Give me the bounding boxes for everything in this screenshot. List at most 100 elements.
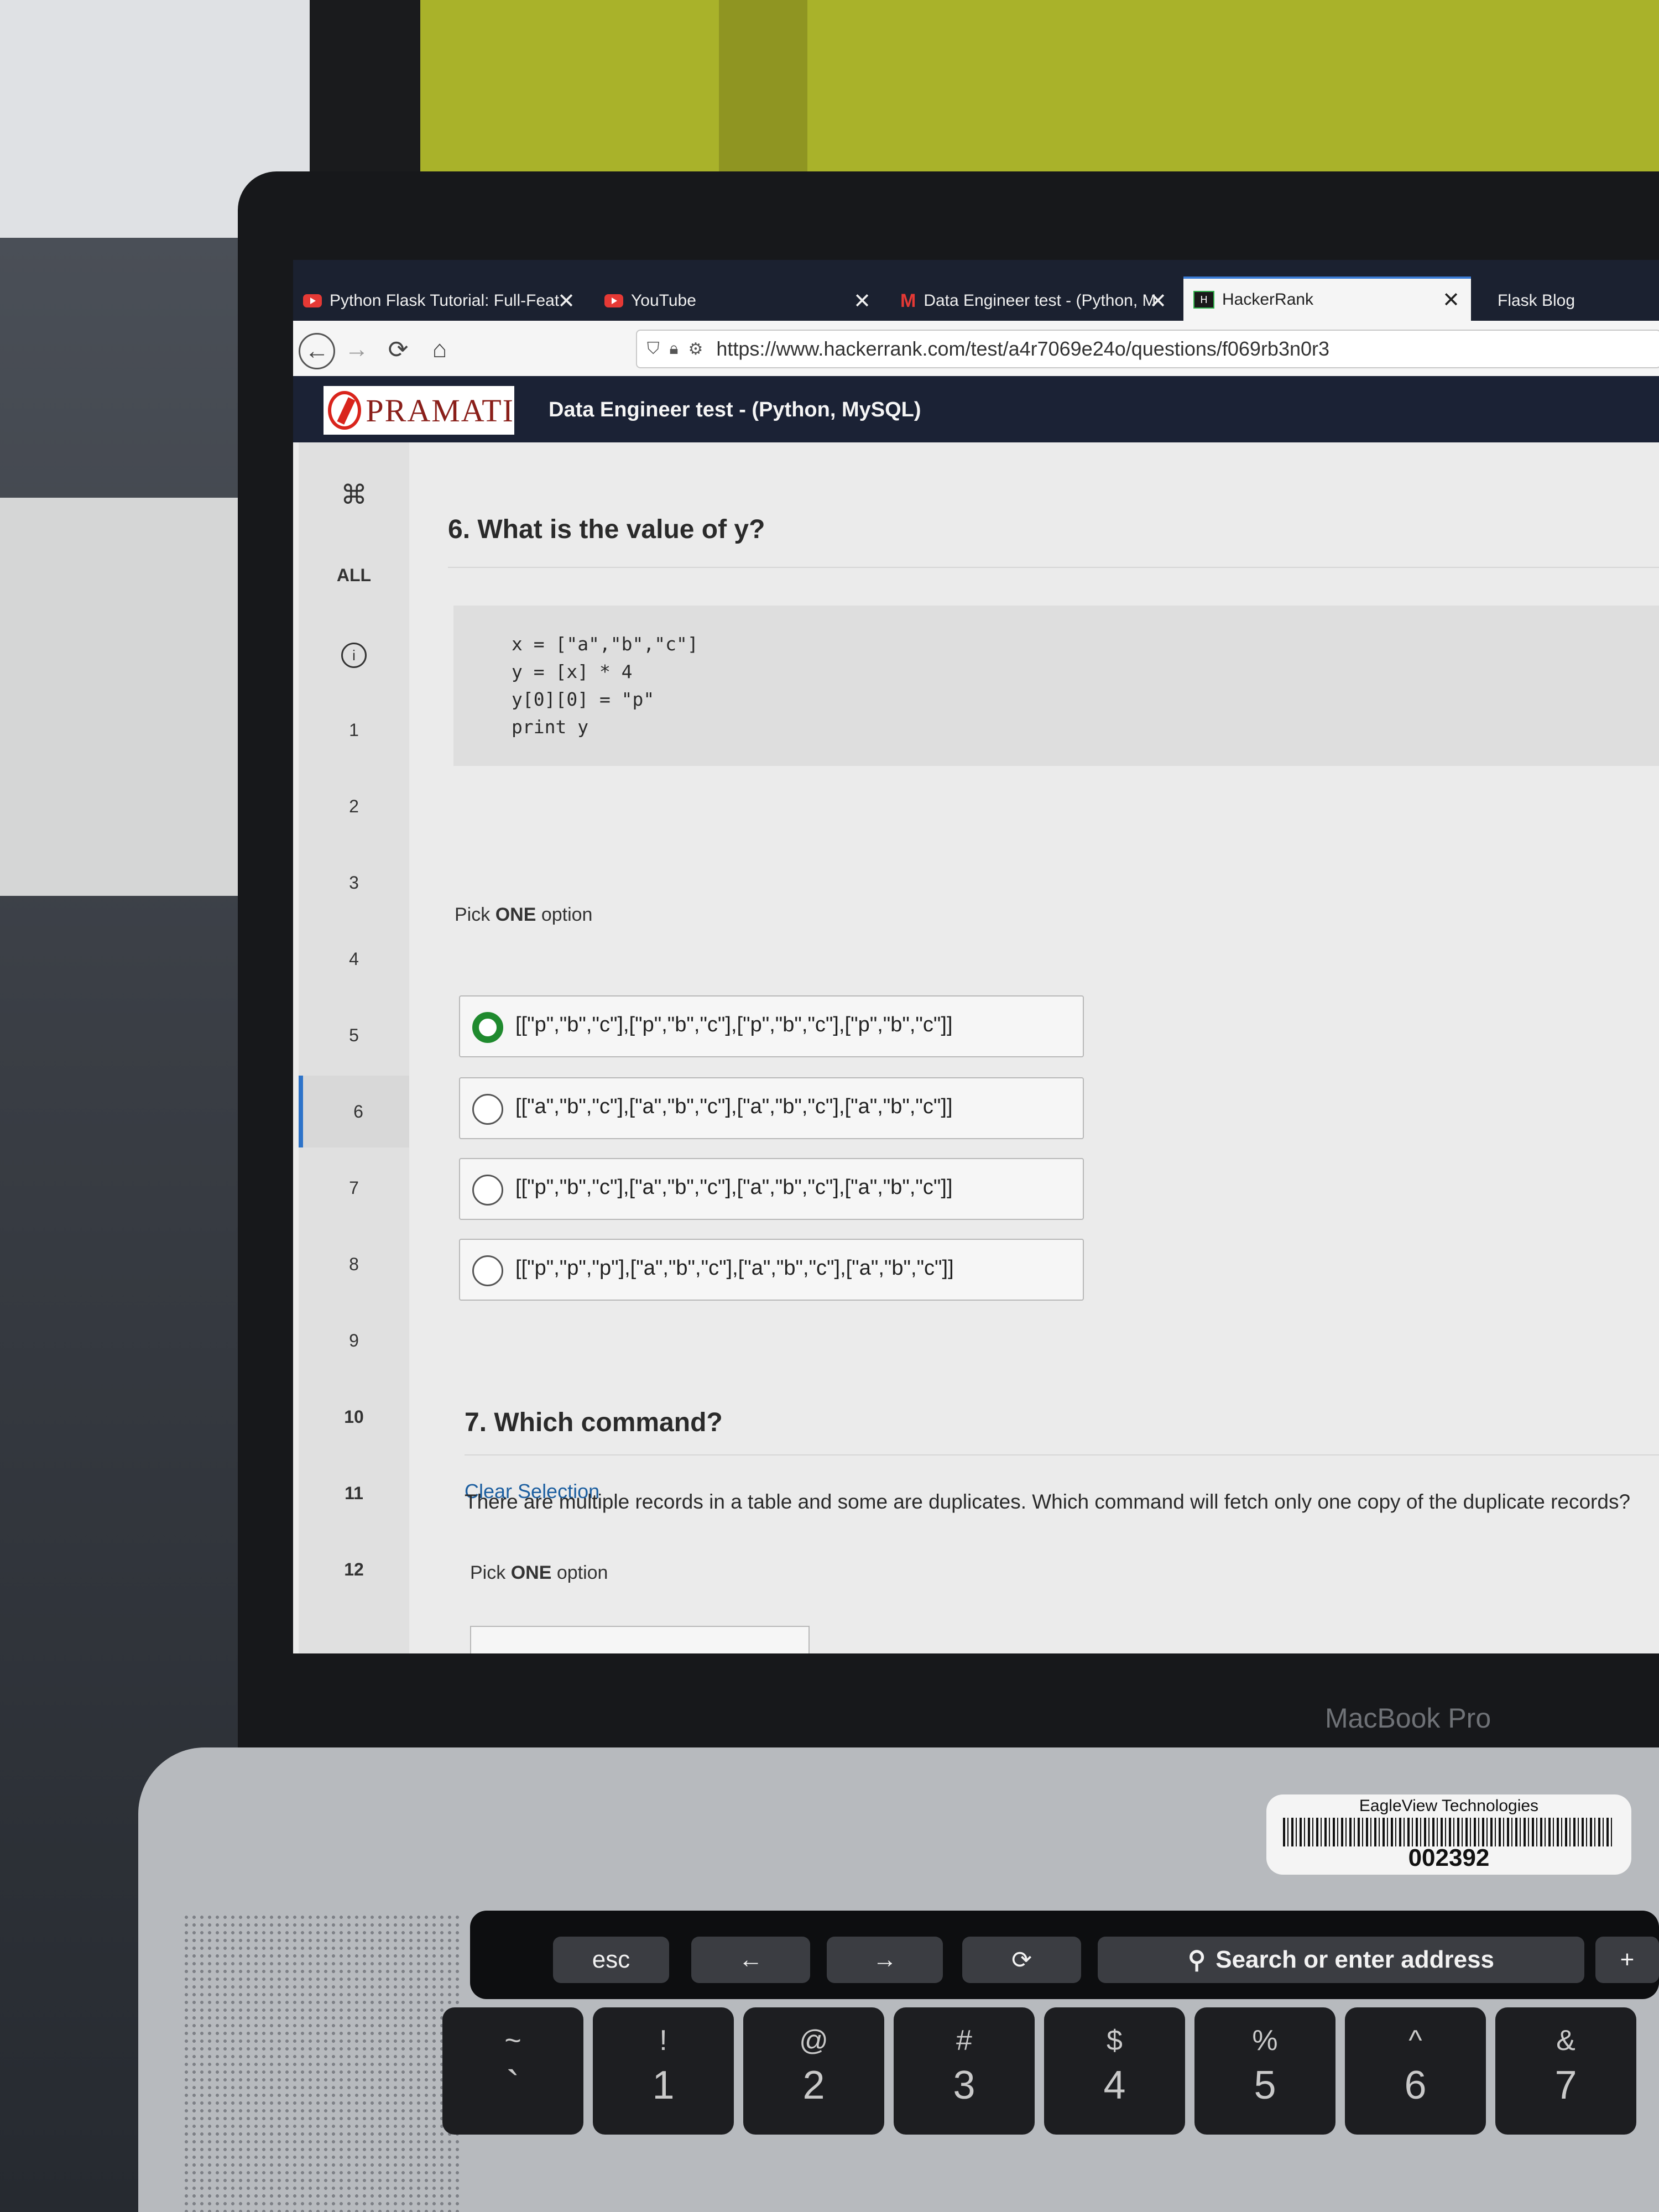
sidebar-item-question[interactable]: 11 (299, 1457, 409, 1529)
option-text: [["p","p","p"],["a","b","c"],["a","b","c… (515, 1256, 954, 1280)
tab-youtube[interactable]: YouTube ✕ (594, 281, 882, 321)
pick-text: option (556, 1562, 608, 1583)
pick-emphasis: ONE (495, 904, 536, 925)
keyboard-key[interactable]: ^ 6 (1345, 2007, 1486, 2135)
test-title: Data Engineer test - (Python, MySQL) (549, 398, 921, 421)
keyboard-key[interactable]: @2 (743, 2007, 884, 2135)
sidebar-item-question[interactable]: 7 (299, 1152, 409, 1224)
keyboard-key[interactable]: ~ ` (442, 2007, 583, 2135)
tab-label: Flask Blog (1498, 291, 1575, 310)
code-block: x = ["a","b","c"] y = [x] * 4 y[0][0] = … (453, 606, 1659, 766)
touchbar-search-button[interactable]: ⚲ Search or enter address (1098, 1937, 1584, 1983)
keyboard-key[interactable]: #3 (894, 2007, 1035, 2135)
gmail-icon: M (900, 290, 916, 311)
touchbar-back-button[interactable]: ← (691, 1937, 810, 1983)
background-monitor (310, 0, 420, 199)
option-text: [["a","b","c"],["a","b","c"],["a","b","c… (515, 1095, 953, 1118)
radio-button-selected[interactable] (472, 1012, 503, 1043)
sticker-number: 002392 (1408, 1844, 1490, 1871)
keyboard-key[interactable]: ! 1 (593, 2007, 734, 2135)
sidebar-item-all[interactable]: ALL (299, 539, 409, 611)
shortcuts-icon[interactable]: ⌘ (299, 459, 409, 531)
touchbar-esc-button[interactable]: esc (553, 1937, 669, 1983)
pick-emphasis: ONE (510, 1562, 552, 1583)
touchbar-new-tab-button[interactable]: + (1595, 1937, 1659, 1983)
logo-text: PRAMATI (366, 392, 514, 429)
close-icon[interactable]: ✕ (557, 289, 575, 314)
question-sidebar: ⌘ ALL i 1 2 3 4 5 6 7 8 9 10 11 12 (299, 442, 414, 1653)
close-icon[interactable]: ✕ (853, 289, 871, 314)
sidebar-item-question[interactable]: 10 (299, 1381, 409, 1453)
background-yellow-wall (387, 0, 1659, 182)
photo-scene: Python Flask Tutorial: Full-Feat ✕ YouTu… (0, 0, 1659, 2212)
sidebar-item-question[interactable]: 6 (299, 1076, 414, 1147)
keyboard-key[interactable]: % 5 (1194, 2007, 1335, 2135)
youtube-icon (303, 294, 322, 307)
reload-button[interactable]: ⟳ (382, 333, 415, 366)
key-shift-label: @ (799, 2025, 828, 2057)
keyboard-key[interactable]: & 7 (1495, 2007, 1636, 2135)
code-line: y[0][0] = "p" (512, 688, 655, 710)
question-6-title: 6. What is the value of y? (448, 515, 765, 544)
lock-icon: 🔒︎ (669, 340, 679, 358)
divider (448, 567, 1659, 568)
sidebar-item-question[interactable]: 4 (299, 923, 409, 995)
sidebar-item-info[interactable]: i (299, 619, 409, 691)
tab-flask-blog[interactable]: Flask Blog (1488, 281, 1659, 321)
radio-button[interactable] (472, 1094, 503, 1125)
sidebar-item-question[interactable]: 1 (299, 694, 409, 766)
browser-toolbar: ← → ⟳ ⌂ ⛉ 🔒︎ ⚙ https://www.hackerrank.co… (293, 321, 1659, 377)
key-shift-label: ~ (504, 2025, 521, 2057)
key-shift-label: # (956, 2025, 972, 2057)
search-icon: ⚲ (1187, 1946, 1206, 1974)
tab-data-engineer-test[interactable]: M Data Engineer test - (Python, M ✕ (890, 281, 1178, 321)
paper-sheet (0, 498, 260, 896)
code-line: y = [x] * 4 (512, 661, 633, 682)
question-7-description: There are multiple records in a table an… (465, 1490, 1631, 1513)
tab-hackerrank[interactable]: H HackerRank ✕ (1183, 276, 1471, 321)
option-2[interactable]: [["a","b","c"],["a","b","c"],["a","b","c… (459, 1077, 1084, 1139)
forward-button[interactable]: → (340, 333, 373, 366)
home-button[interactable]: ⌂ (423, 333, 456, 366)
hackerrank-icon: H (1193, 291, 1214, 309)
back-button[interactable]: ← (299, 333, 335, 369)
sidebar-item-question[interactable]: 2 (299, 770, 409, 842)
close-icon[interactable]: ✕ (1149, 289, 1167, 314)
sidebar-item-question[interactable]: 5 (299, 999, 409, 1071)
radio-button[interactable] (472, 1175, 503, 1206)
key-label: 6 (1404, 2063, 1427, 2107)
code-line: print y (512, 716, 589, 738)
asset-sticker: EagleView Technologies 002392 (1266, 1794, 1631, 1875)
divider (465, 1454, 1659, 1455)
option-4[interactable]: [["p","p","p"],["a","b","c"],["a","b","c… (459, 1239, 1084, 1301)
tab-label: Data Engineer test - (Python, M (924, 291, 1156, 310)
key-label: 4 (1103, 2063, 1126, 2107)
question-7-title: 7. Which command? (465, 1408, 723, 1437)
youtube-icon (604, 294, 623, 307)
key-shift-label: & (1556, 2025, 1575, 2057)
touchbar-reload-button[interactable]: ⟳ (962, 1937, 1081, 1983)
tab-label: HackerRank (1222, 290, 1314, 309)
radio-button[interactable] (472, 1255, 503, 1286)
sidebar-item-question[interactable]: 8 (299, 1228, 409, 1300)
sidebar-item-question[interactable]: 3 (299, 847, 409, 919)
option-3[interactable]: [["p","b","c"],["a","b","c"],["a","b","c… (459, 1158, 1084, 1220)
pick-text: Pick (470, 1562, 506, 1583)
sidebar-item-question[interactable]: 12 (299, 1533, 409, 1605)
close-icon[interactable]: ✕ (1442, 288, 1460, 312)
info-icon: i (341, 643, 367, 668)
option-text: [["p","b","c"],["p","b","c"],["p","b","c… (515, 1013, 953, 1036)
key-label: 2 (802, 2063, 825, 2107)
barcode-icon (1283, 1818, 1615, 1846)
touchbar-forward-button[interactable]: → (827, 1937, 943, 1983)
option-partial[interactable] (470, 1626, 810, 1653)
sidebar-item-question[interactable]: 9 (299, 1305, 409, 1376)
pramati-logo: PRAMATI (324, 386, 514, 435)
tab-python-flask[interactable]: Python Flask Tutorial: Full-Feat ✕ (293, 281, 586, 321)
keyboard-key[interactable]: $4 (1044, 2007, 1185, 2135)
tab-label: Python Flask Tutorial: Full-Feat (330, 291, 560, 310)
option-1[interactable]: [["p","b","c"],["p","b","c"],["p","b","c… (459, 995, 1084, 1057)
key-shift-label: % (1252, 2025, 1278, 2057)
key-label: ` (506, 2063, 520, 2107)
address-bar[interactable]: ⛉ 🔒︎ ⚙ https://www.hackerrank.com/test/a… (636, 330, 1659, 368)
